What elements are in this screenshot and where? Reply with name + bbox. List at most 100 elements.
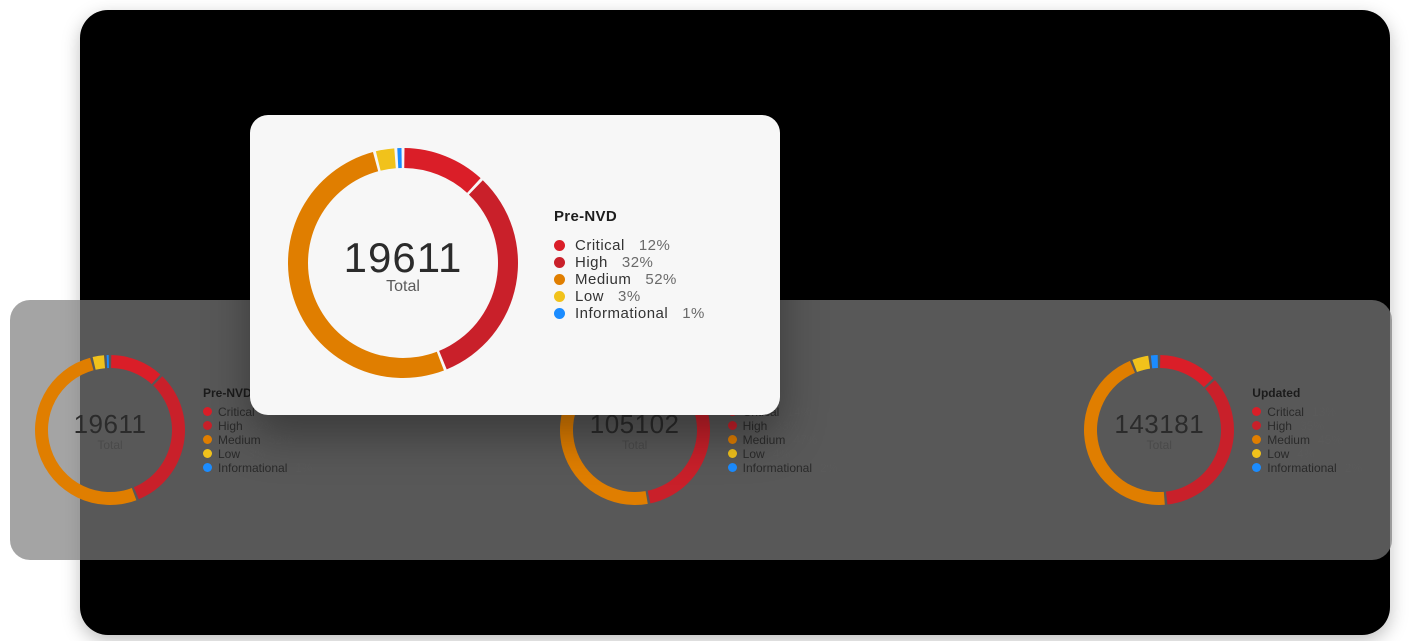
legend-row-medium[interactable]: Medium 47%: [728, 433, 838, 447]
legend-percent: 4%: [1297, 447, 1314, 461]
legend-dot-icon: [554, 308, 565, 319]
legend-label: Critical: [1267, 405, 1304, 419]
legend-dot-icon: [728, 463, 737, 472]
legend-dot-icon: [1252, 463, 1261, 472]
legend-dot-icon: [203, 435, 212, 444]
legend-row-high[interactable]: High 32%: [554, 254, 705, 271]
legend-label: Critical: [575, 237, 625, 254]
legend-dot-icon: [554, 240, 565, 251]
donut-prenvd: 19611 Total: [35, 355, 185, 505]
legend-dot-icon: [1252, 407, 1261, 416]
legend-percent: 45%: [1318, 433, 1342, 447]
donut-segment-high[interactable]: [439, 180, 518, 369]
canvas: 19611 Total Pre-NVD Critical12%High32%Me…: [0, 0, 1412, 641]
legend-percent: 3%: [248, 447, 265, 461]
legend-row-critical[interactable]: Critical 13%: [1252, 405, 1362, 419]
legend-label: Critical: [218, 405, 255, 419]
donut-segment-informational[interactable]: [107, 355, 109, 368]
legend-row-low[interactable]: Low 3%: [203, 447, 313, 461]
legend-row-low[interactable]: Low 4%: [1252, 447, 1362, 461]
donut-segment-informational[interactable]: [397, 148, 401, 168]
legend-label: Medium: [575, 271, 631, 288]
legend-percent: 47%: [793, 433, 817, 447]
legend-row-informational[interactable]: Informational 2%: [1252, 461, 1362, 475]
legend-row-high[interactable]: High 33%: [728, 419, 838, 433]
donut-segment-critical[interactable]: [111, 355, 160, 384]
donut-popup: 19611 Total: [288, 148, 518, 383]
legend-label: Low: [218, 447, 240, 461]
donut-segment-high[interactable]: [1166, 380, 1234, 504]
donut-segment-medium[interactable]: [35, 358, 136, 505]
legend-label: Medium: [218, 433, 261, 447]
legend-percent: 32%: [251, 419, 275, 433]
donut-segment-medium[interactable]: [288, 151, 444, 377]
legend-label: High: [1267, 419, 1292, 433]
legend-label: High: [743, 419, 768, 433]
donut-segment-informational[interactable]: [1151, 355, 1158, 368]
legend-label: Medium: [1267, 433, 1310, 447]
legend-row-informational[interactable]: Informational 1%: [554, 305, 705, 322]
legend-percent: 32%: [622, 254, 654, 271]
legend-popup: Pre-NVD Critical 12% High 32%Medium 52% Low 3%…: [554, 208, 705, 322]
legend-dot-icon: [554, 291, 565, 302]
legend-dot-icon: [203, 407, 212, 416]
donut-segment-low[interactable]: [93, 355, 105, 369]
legend-row-medium[interactable]: Medium 45%: [1252, 433, 1362, 447]
legend-row-low[interactable]: Low 4%: [728, 447, 838, 461]
donut-segment-low[interactable]: [1133, 356, 1151, 372]
legend-title: Updated: [1252, 386, 1362, 400]
legend-label: Low: [1267, 447, 1289, 461]
legend-percent: 2%: [1345, 461, 1362, 475]
legend-row-high[interactable]: High 35%: [1252, 419, 1362, 433]
legend-percent: 35%: [1300, 419, 1324, 433]
legend-dot-icon: [1252, 421, 1261, 430]
legend-row-informational[interactable]: Informational 1%: [203, 461, 313, 475]
legend-title: Pre-NVD: [554, 208, 705, 225]
legend-label: Informational: [743, 461, 812, 475]
legend-row-medium[interactable]: Medium 52%: [203, 433, 313, 447]
legend-label: High: [218, 419, 243, 433]
legend-percent: 33%: [775, 419, 799, 433]
legend-percent: 52%: [269, 433, 293, 447]
legend-dot-icon: [1252, 449, 1261, 458]
legend-label: Low: [743, 447, 765, 461]
legend-percent: 1%: [295, 461, 312, 475]
legend-row-high[interactable]: High 32%: [203, 419, 313, 433]
legend-dot-icon: [728, 421, 737, 430]
legend-percent: 12%: [639, 237, 671, 254]
donut-segment-critical[interactable]: [404, 148, 480, 193]
legend-dot-icon: [554, 274, 565, 285]
legend-row-informational[interactable]: Informational 2%: [728, 461, 838, 475]
legend-percent: 3%: [618, 288, 641, 305]
legend-percent: 14%: [787, 405, 811, 419]
donut-segment-low[interactable]: [376, 148, 396, 170]
legend-dot-icon: [728, 449, 737, 458]
legend-label: Medium: [743, 433, 786, 447]
legend-label: Low: [575, 288, 604, 305]
legend-percent: 1%: [682, 305, 705, 322]
legend-row-medium[interactable]: Medium 52%: [554, 271, 705, 288]
expanded-card-prenvd[interactable]: 19611 Total Pre-NVD Critical 12% High 32%Me…: [250, 115, 780, 415]
legend-label: High: [575, 254, 608, 271]
legend-dot-icon: [203, 449, 212, 458]
legend-label: Informational: [218, 461, 287, 475]
donut-segment-critical[interactable]: [1160, 355, 1213, 387]
legend-updated: Updated Critical 13% High 35%Medium 45% Low 4%…: [1252, 386, 1362, 475]
donut-updated: 143181 Total: [1084, 355, 1234, 505]
legend-percent: 2%: [820, 461, 837, 475]
legend-dot-icon: [203, 421, 212, 430]
donut-segment-medium[interactable]: [1084, 361, 1165, 505]
legend-percent: 4%: [773, 447, 790, 461]
legend-row-low[interactable]: Low 3%: [554, 288, 705, 305]
legend-dot-icon: [203, 463, 212, 472]
donut-segment-high[interactable]: [134, 376, 185, 499]
card-updated[interactable]: 143181 Total Updated Critical 13% High 35%M…: [1084, 355, 1362, 505]
legend-percent: 52%: [645, 271, 677, 288]
legend-dot-icon: [1252, 435, 1261, 444]
legend-dot-icon: [554, 257, 565, 268]
legend-percent: 13%: [1312, 405, 1336, 419]
legend-label: Informational: [575, 305, 668, 322]
legend-dot-icon: [728, 435, 737, 444]
legend-row-critical[interactable]: Critical 12%: [554, 237, 705, 254]
legend-label: Informational: [1267, 461, 1336, 475]
